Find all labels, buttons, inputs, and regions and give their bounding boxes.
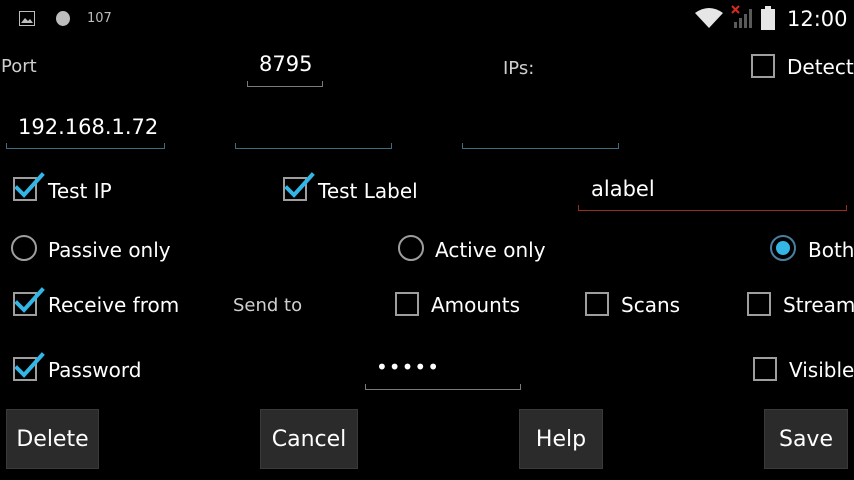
notification-count: 107 <box>87 11 112 26</box>
delete-button[interactable]: Delete <box>6 409 99 469</box>
port-label: Port <box>1 56 37 77</box>
checkmark-icon <box>14 352 45 378</box>
both-label[interactable]: Both <box>808 238 854 262</box>
checkmark-icon <box>284 172 315 198</box>
clock: 12:00 <box>787 7 848 31</box>
visible-label[interactable]: Visible <box>789 358 854 382</box>
radio-active-only[interactable] <box>398 235 424 261</box>
passive-only-label[interactable]: Passive only <box>48 238 171 262</box>
checkmark-icon <box>14 172 45 198</box>
save-button[interactable]: Save <box>764 409 848 469</box>
send-to-label: Send to <box>233 295 303 316</box>
battery-icon <box>761 6 775 34</box>
scans-checkbox[interactable] <box>585 292 609 316</box>
ip-field-3[interactable] <box>462 112 619 149</box>
radio-both[interactable] <box>770 235 796 261</box>
scans-label[interactable]: Scans <box>621 293 680 317</box>
ip-field-2[interactable] <box>235 112 392 149</box>
cancel-button[interactable]: Cancel <box>260 409 358 469</box>
test-label-field[interactable]: alabel <box>578 173 847 211</box>
test-ip-label[interactable]: Test IP <box>48 179 112 203</box>
active-only-label[interactable]: Active only <box>435 238 546 262</box>
test-ip-checkbox[interactable] <box>13 172 45 201</box>
stream-checkbox[interactable] <box>747 292 771 316</box>
password-label[interactable]: Password <box>48 358 141 382</box>
status-bar: 107 12:00 <box>0 0 854 38</box>
receive-from-checkbox[interactable] <box>13 287 45 316</box>
password-checkbox[interactable] <box>13 352 45 381</box>
ip-field-1[interactable]: 192.168.1.72 <box>6 112 165 149</box>
gallery-icon <box>19 11 35 30</box>
notification-circle-icon <box>55 10 71 31</box>
password-field[interactable]: ••••• <box>365 352 521 390</box>
test-label-label[interactable]: Test Label <box>318 179 418 203</box>
radio-passive-only[interactable] <box>11 235 37 261</box>
amounts-checkbox[interactable] <box>395 292 419 316</box>
port-field[interactable]: 8795 <box>247 50 323 87</box>
no-signal-icon <box>731 5 757 33</box>
radio-selected-dot <box>776 241 790 255</box>
detect-label[interactable]: Detect <box>787 55 854 79</box>
ips-label: IPs: <box>503 58 535 79</box>
stream-label[interactable]: Stream <box>783 293 854 317</box>
amounts-label[interactable]: Amounts <box>431 293 520 317</box>
visible-checkbox[interactable] <box>753 357 777 381</box>
detect-checkbox[interactable] <box>751 54 775 78</box>
help-button[interactable]: Help <box>519 409 603 469</box>
receive-from-label[interactable]: Receive from <box>48 293 179 317</box>
test-label-checkbox[interactable] <box>283 172 315 201</box>
wifi-icon <box>694 7 724 33</box>
checkmark-icon <box>14 287 45 313</box>
